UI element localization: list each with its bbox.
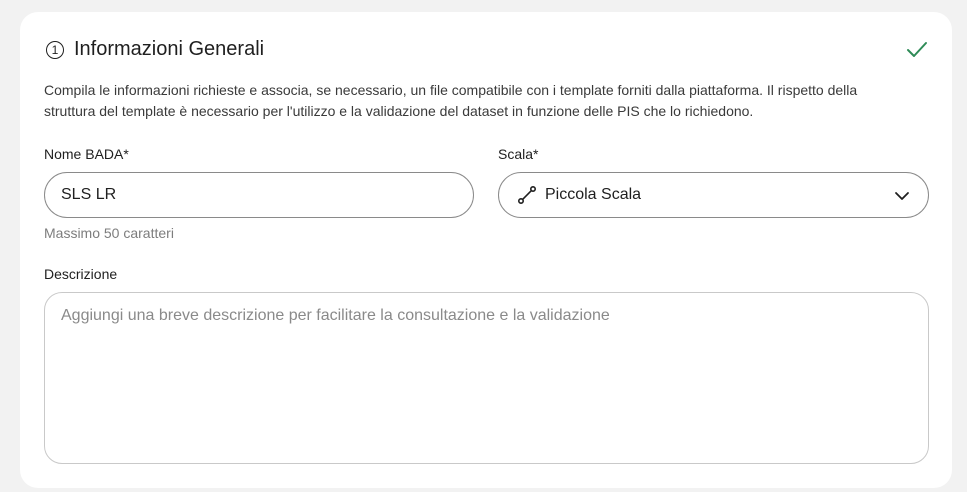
nome-bada-label: Nome BADA* — [44, 146, 129, 162]
descrizione-label: Descrizione — [44, 266, 118, 282]
nome-bada-hint: Massimo 50 caratteri — [44, 225, 174, 241]
section-description: Compila le informazioni richieste e asso… — [44, 82, 858, 119]
general-info-card: 1 Informazioni Generali Compila le infor… — [20, 12, 952, 488]
step-number-badge: 1 — [46, 40, 64, 59]
chevron-down-icon[interactable] — [894, 188, 910, 204]
scala-label: Scala* — [498, 146, 539, 162]
check-icon — [907, 42, 927, 57]
section-title: Informazioni Generali — [74, 38, 265, 60]
descrizione-placeholder: Aggiungi una breve descrizione per facil… — [61, 307, 610, 324]
descrizione-textarea[interactable]: Aggiungi una breve descrizione per facil… — [44, 292, 929, 464]
nome-bada-input[interactable]: SLS LR — [44, 172, 474, 218]
scala-select[interactable]: Piccola Scala — [498, 172, 929, 218]
nome-bada-value: SLS LR — [61, 186, 117, 203]
scala-selected-value: Piccola Scala — [545, 186, 642, 203]
route-icon — [517, 185, 537, 205]
section-header: 1 Informazioni Generali — [46, 38, 264, 61]
